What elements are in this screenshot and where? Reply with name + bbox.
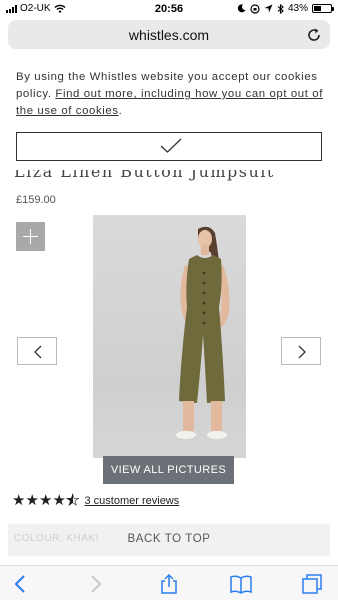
chevron-right-icon xyxy=(298,345,306,359)
url-text[interactable]: whistles.com xyxy=(8,27,330,43)
cookie-accept-button[interactable] xyxy=(16,132,322,161)
browser-toolbar xyxy=(0,565,338,600)
address-bar[interactable]: whistles.com xyxy=(8,20,330,49)
checkmark-icon xyxy=(160,138,182,153)
colour-selector[interactable]: COLOUR: KHAKI BACK TO TOP xyxy=(8,524,330,556)
location-icon xyxy=(264,4,273,13)
star-full-icon: ★ xyxy=(52,492,66,509)
bookmarks-button[interactable] xyxy=(229,573,252,595)
star-half-icon: ★ xyxy=(66,492,80,509)
battery-icon xyxy=(312,4,334,13)
forward-arrow-icon xyxy=(91,575,102,593)
cookie-banner: By using the Whistles website you accept… xyxy=(0,58,338,170)
back-to-top-button[interactable]: BACK TO TOP xyxy=(8,533,330,545)
back-button[interactable] xyxy=(10,573,32,595)
back-arrow-icon xyxy=(14,575,25,593)
rotation-lock-icon xyxy=(250,3,260,14)
star-full-icon: ★ xyxy=(39,492,53,509)
zoom-button[interactable] xyxy=(16,222,45,251)
customer-reviews-link[interactable]: 3 customer reviews xyxy=(85,495,180,507)
product-price: £159.00 xyxy=(16,194,56,206)
forward-button[interactable] xyxy=(84,573,106,595)
product-rating: ★ ★ ★ ★ ★ 3 customer reviews xyxy=(12,492,180,509)
next-image-button[interactable] xyxy=(281,337,321,365)
product-title: Liza Linen Button Jumpsuit xyxy=(14,170,275,181)
tabs-icon xyxy=(302,574,322,594)
cookie-policy-link[interactable]: Find out more, including how you can opt… xyxy=(16,88,323,117)
reload-icon[interactable] xyxy=(306,27,322,43)
book-icon xyxy=(230,575,252,594)
bluetooth-icon xyxy=(277,3,284,14)
share-button[interactable] xyxy=(158,573,180,595)
star-full-icon: ★ xyxy=(25,492,39,509)
share-icon xyxy=(161,573,177,594)
star-full-icon: ★ xyxy=(12,492,26,509)
chevron-left-icon xyxy=(34,345,42,359)
model-illustration xyxy=(176,226,230,439)
product-image[interactable] xyxy=(93,215,246,458)
moon-icon xyxy=(237,4,246,13)
battery-percent: 43% xyxy=(287,3,308,14)
status-bar: O2-UK 20:56 43% xyxy=(0,0,338,18)
tabs-button[interactable] xyxy=(301,573,323,595)
rating-stars: ★ ★ ★ ★ ★ xyxy=(12,492,80,509)
previous-image-button[interactable] xyxy=(17,337,57,365)
status-right: 43% xyxy=(237,3,334,14)
cookie-message: By using the Whistles website you accept… xyxy=(16,71,323,117)
view-all-pictures-button[interactable]: VIEW ALL PICTURES xyxy=(103,456,234,484)
